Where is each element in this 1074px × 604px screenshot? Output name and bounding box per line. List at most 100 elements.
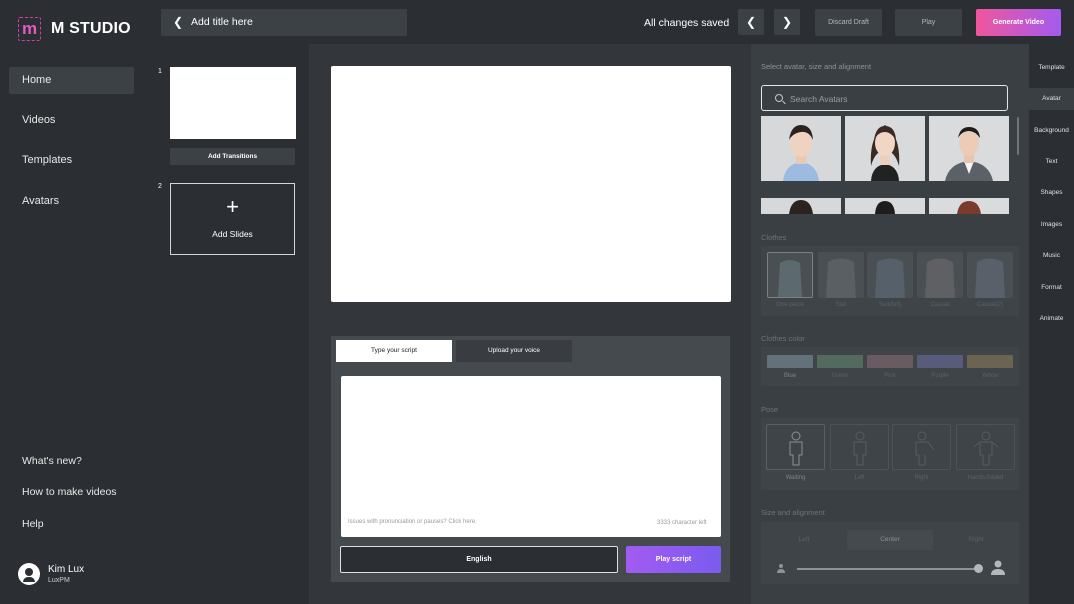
clothes-suit-icon [826, 258, 856, 298]
color-swatch-blue[interactable] [767, 355, 813, 368]
clothes-label: Suit(full) [878, 302, 901, 308]
search-placeholder: Search Avatars [790, 94, 848, 104]
play-button[interactable]: Play [895, 9, 962, 36]
pose-option-hands-folded[interactable] [956, 424, 1015, 470]
pose-label: Waiting [785, 475, 806, 481]
whats-new-link[interactable]: What's new? [22, 455, 82, 467]
color-swatch-purple[interactable] [917, 355, 963, 368]
clothes-label: Suit [835, 302, 847, 308]
pose-option-left[interactable] [830, 424, 889, 470]
rail-tab-background[interactable]: Background [1029, 120, 1074, 142]
tab-upload-voice[interactable]: Upload your voice [456, 340, 572, 362]
rail-tab-music[interactable]: Music [1029, 245, 1074, 267]
color-label: Blue [783, 373, 796, 379]
avatar-tile[interactable] [929, 198, 1009, 214]
how-to-link[interactable]: How to make videos [22, 486, 117, 498]
clothes-suit-full-icon [875, 258, 905, 298]
save-status: All changes saved [644, 17, 730, 29]
chevron-left-icon: ❮ [745, 15, 757, 29]
size-slider-handle[interactable] [974, 564, 983, 573]
undo-button[interactable]: ❮ [738, 9, 764, 35]
color-label: Pink [884, 373, 896, 379]
rail-tab-images[interactable]: Images [1029, 214, 1074, 236]
user-name: Kim Lux [48, 564, 85, 575]
rail-tab-avatar[interactable]: Avatar [1029, 88, 1074, 110]
character-count: 3333 character left [657, 520, 707, 526]
chevron-right-icon: ❯ [781, 15, 793, 29]
avatar-man-icon [929, 116, 1009, 181]
avatar-search-input[interactable]: Search Avatars [761, 85, 1008, 111]
back-chevron-icon[interactable]: ❮ [173, 15, 183, 29]
color-swatch-pink[interactable] [867, 355, 913, 368]
avatar-woman-icon [929, 198, 1009, 214]
clothes-title: Clothes [761, 233, 787, 242]
clothes-option-casual-2[interactable] [967, 252, 1013, 298]
pose-hands-folded-icon [973, 431, 999, 466]
tab-type-script[interactable]: Type your script [336, 340, 452, 362]
avatar-woman-icon [761, 116, 841, 181]
clothes-label: Casual(2) [976, 302, 1003, 308]
search-icon [775, 94, 783, 102]
rail-tab-text[interactable]: Text [1029, 151, 1074, 173]
user-org: LuxPM [48, 577, 70, 584]
clothes-color-title: Clothes color [761, 334, 805, 343]
color-label: Purple [931, 373, 949, 379]
slide-number: 1 [158, 68, 162, 75]
pronunciation-help-link[interactable]: Issues with pronunciation or pauses? Cli… [348, 519, 477, 525]
rail-tab-template[interactable]: Template [1029, 57, 1074, 79]
avatar-tile[interactable] [761, 198, 841, 214]
add-transitions-button[interactable]: Add Transitions [170, 148, 295, 165]
user-avatar[interactable] [18, 563, 40, 585]
slide-canvas[interactable] [331, 66, 731, 302]
panel-heading: Select avatar, size and alignment [761, 62, 872, 71]
avatar-tile[interactable] [929, 116, 1009, 181]
avatar-man-icon [845, 198, 925, 214]
clothes-option-casual[interactable] [917, 252, 963, 298]
redo-button[interactable]: ❯ [774, 9, 800, 35]
size-slider-track[interactable] [797, 568, 979, 570]
pose-option-waiting[interactable] [766, 424, 825, 470]
pose-label: Right [914, 475, 929, 481]
clothes-casual2-icon [975, 258, 1005, 298]
size-large-person-icon [991, 560, 1005, 575]
avatar-tile[interactable] [845, 116, 925, 181]
language-select[interactable]: English [340, 546, 618, 573]
title-placeholder: Add title here [191, 16, 253, 28]
slide-number: 2 [158, 183, 162, 190]
generate-video-button[interactable]: Generate Video [976, 9, 1061, 36]
pose-option-right[interactable] [892, 424, 951, 470]
sidebar-item-videos[interactable]: Videos [9, 107, 134, 134]
help-link[interactable]: Help [22, 518, 44, 530]
clothes-option-suit-full[interactable] [867, 252, 913, 298]
align-right-button[interactable]: Right [938, 530, 1014, 550]
brand-name: M STUDIO [51, 20, 131, 37]
avatar-tile[interactable] [845, 198, 925, 214]
color-swatch-yellow[interactable] [967, 355, 1013, 368]
logo-icon[interactable]: m [18, 17, 41, 41]
avatar-list-scrollbar[interactable] [1017, 117, 1019, 155]
sidebar-item-templates[interactable]: Templates [9, 147, 134, 174]
align-center-button[interactable]: Center [847, 530, 933, 550]
add-slides-button[interactable]: + Add Slides [170, 183, 295, 255]
rail-tab-shapes[interactable]: Shapes [1029, 182, 1074, 204]
clothes-label: One-piece [776, 302, 804, 308]
color-swatch-green[interactable] [817, 355, 863, 368]
clothes-option-one-piece[interactable] [767, 252, 813, 298]
add-slides-label: Add Slides [212, 229, 253, 239]
align-left-button[interactable]: Left [766, 530, 842, 550]
sidebar-item-home[interactable]: Home [9, 67, 134, 94]
script-textarea[interactable] [341, 376, 721, 537]
avatar-tile[interactable] [761, 116, 841, 181]
color-label: Green [831, 373, 849, 379]
pose-left-icon [853, 431, 867, 466]
pose-label: Left [854, 475, 865, 481]
sidebar-item-avatars[interactable]: Avatars [9, 188, 134, 215]
discard-draft-button[interactable]: Discard Draft [815, 9, 882, 36]
slide-thumbnail[interactable] [170, 67, 296, 139]
rail-tab-format[interactable]: Format [1029, 277, 1074, 299]
pose-label: Hands-folded [967, 475, 1004, 481]
rail-tab-animate[interactable]: Animate [1029, 308, 1074, 330]
title-input[interactable]: ❮ Add title here [161, 9, 407, 36]
clothes-option-suit[interactable] [818, 252, 864, 298]
play-script-button[interactable]: Play script [626, 546, 721, 573]
